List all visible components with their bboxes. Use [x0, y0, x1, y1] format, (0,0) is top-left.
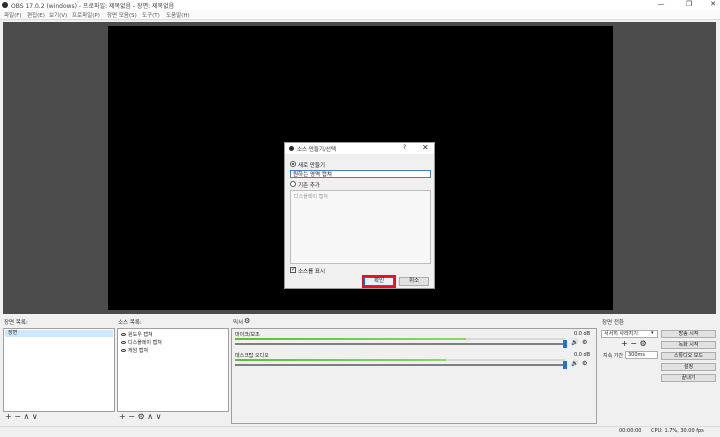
dialog-close-button[interactable]: ✕: [422, 143, 429, 152]
scenes-list: 장면: [3, 328, 115, 412]
duration-label: 지속 기간: [603, 353, 623, 359]
create-new-radio[interactable]: [290, 161, 296, 167]
close-window-button[interactable]: ✕: [704, 0, 720, 10]
status-bar: [0, 426, 720, 437]
gear-icon[interactable]: ⚙: [244, 317, 250, 325]
source-item-game-capture[interactable]: 게임 캡쳐: [121, 347, 148, 354]
volume-meter: [235, 359, 565, 361]
mixer-track-db: 0.0 dB: [574, 331, 591, 337]
make-visible-label: 소스를 표시: [298, 269, 326, 275]
help-button[interactable]: ?: [403, 144, 406, 151]
title-bar: OBS 17.0.2 (windows) - 프로파일: 제목없음 - 장면: …: [0, 0, 720, 10]
menu-tools[interactable]: 도구(T): [142, 11, 160, 19]
dialog-title: 소스 만들기/선택: [297, 147, 337, 153]
volume-slider[interactable]: [235, 343, 565, 345]
volume-slider-handle[interactable]: [563, 361, 567, 369]
cancel-button[interactable]: 취소: [399, 277, 429, 286]
menu-scene-collection[interactable]: 장면 모음(S): [107, 11, 137, 19]
sources-list: 윈도우 캡쳐 디스플레이 캡쳐 게임 캡쳐: [117, 328, 229, 412]
status-time: 00:00:00: [619, 428, 642, 434]
scene-item[interactable]: 장면: [5, 330, 113, 337]
volume-slider-handle[interactable]: [563, 340, 567, 348]
volume-meter-level: [235, 338, 466, 340]
mixer-title: 믹서: [233, 320, 244, 326]
scenes-toolbar[interactable]: + − ∧ ∨: [5, 412, 38, 421]
speaker-icon[interactable]: 🔊: [571, 360, 578, 367]
existing-sources-list: 디스플레이 캡쳐: [290, 190, 431, 264]
window-title: OBS 17.0.2 (windows) - 프로파일: 제목없음 - 장면: …: [11, 3, 175, 10]
sources-title: 소스 목록:: [118, 320, 142, 326]
volume-meter-level: [235, 359, 447, 361]
audio-mixer: 마이크/보조 0.0 dB 🔊 ⚙ 데스크탑 오디오 0.0 dB 🔊 ⚙: [231, 328, 597, 424]
volume-slider[interactable]: [235, 364, 565, 366]
volume-meter: [235, 338, 565, 340]
add-existing-radio[interactable]: [290, 181, 296, 187]
gear-icon[interactable]: ⚙: [582, 360, 587, 367]
duration-input[interactable]: 300ms: [625, 351, 658, 359]
create-source-dialog: 소스 만들기/선택 ? ✕ 새로 만들기 기존 추가 디스플레이 캡쳐 ✓ 소스…: [284, 142, 435, 289]
transitions-title: 장면 전환: [602, 320, 624, 326]
start-recording-button[interactable]: 녹화 시작: [661, 341, 716, 349]
status-cpu: CPU: 1.7%, 30.00 fps: [651, 428, 704, 434]
list-item: 디스플레이 캡쳐: [294, 194, 328, 200]
maximize-button[interactable]: ❐: [680, 0, 698, 10]
create-new-label: 새로 만들기: [298, 163, 326, 169]
mixer-track-name: 데스크탑 오디오: [235, 353, 269, 359]
chevron-down-icon: ▾: [651, 330, 654, 336]
menu-view[interactable]: 보기(V): [49, 11, 67, 19]
start-streaming-button[interactable]: 방송 시작: [661, 330, 716, 338]
make-visible-checkbox[interactable]: ✓: [290, 267, 296, 273]
menu-file[interactable]: 파일(F): [4, 11, 22, 19]
add-existing-label: 기존 추가: [298, 183, 320, 189]
menu-bar: 파일(F) 편집(E) 보기(V) 프로파일(P) 장면 모음(S) 도구(T)…: [0, 10, 720, 20]
eye-icon[interactable]: [121, 333, 126, 336]
source-name-input[interactable]: [290, 170, 431, 178]
menu-edit[interactable]: 편집(E): [27, 11, 45, 19]
menu-help[interactable]: 도움말(H): [166, 11, 190, 19]
studio-mode-button[interactable]: 스튜디오 모드: [661, 352, 716, 360]
obs-logo-icon: [2, 2, 8, 8]
scenes-title: 장면 목록:: [4, 320, 28, 326]
gear-icon[interactable]: ⚙: [582, 339, 587, 346]
speaker-icon[interactable]: 🔊: [571, 339, 578, 346]
ok-button[interactable]: 확인: [362, 275, 396, 288]
mixer-track-name: 마이크/보조: [235, 332, 260, 338]
minimize-button[interactable]: —: [652, 0, 670, 10]
transition-toolbar[interactable]: + − ⚙: [621, 339, 647, 348]
obs-logo-icon: [289, 146, 294, 151]
eye-icon[interactable]: [121, 349, 126, 352]
mixer-track-db: 0.0 dB: [574, 352, 591, 358]
exit-button[interactable]: 끝내기: [661, 374, 716, 382]
transition-select[interactable]: 서서히 사라지기: [601, 330, 658, 338]
source-item-display-capture[interactable]: 디스플레이 캡쳐: [121, 339, 162, 346]
settings-button[interactable]: 설정: [661, 363, 716, 371]
sources-toolbar[interactable]: + − ⚙ ∧ ∨: [119, 412, 161, 421]
menu-profile[interactable]: 프로파일(P): [72, 11, 100, 19]
dialog-title-bar: 소스 만들기/선택 ? ✕: [285, 143, 434, 154]
source-item-window-capture[interactable]: 윈도우 캡쳐: [121, 331, 153, 338]
eye-icon[interactable]: [121, 341, 126, 344]
